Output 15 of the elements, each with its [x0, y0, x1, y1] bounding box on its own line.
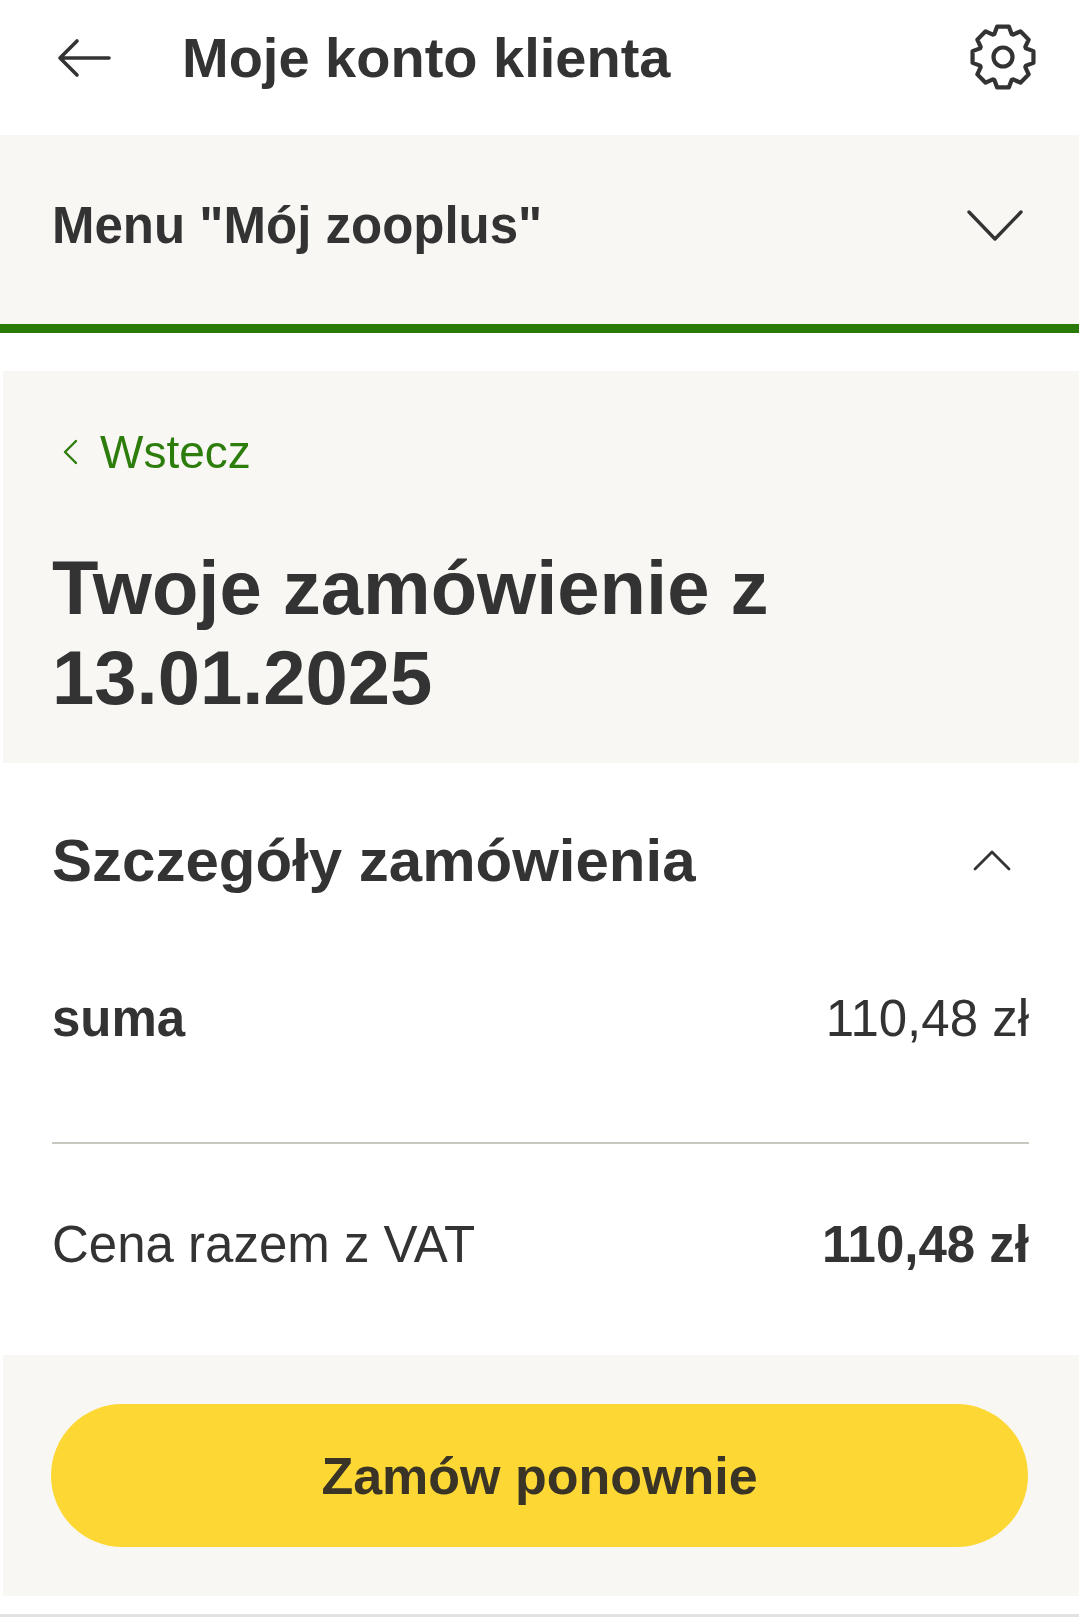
total-amount: 110,48 zł: [822, 1214, 1029, 1274]
reorder-button[interactable]: Zamów ponownie: [51, 1404, 1028, 1547]
back-link[interactable]: Wstecz: [63, 426, 251, 478]
subtotal-amount: 110,48 zł: [825, 988, 1029, 1048]
total-label: Cena razem z VAT: [52, 1214, 476, 1274]
order-title: Twoje zamówienie z 13.01.2025: [52, 544, 770, 722]
settings-button[interactable]: [968, 21, 1038, 92]
back-arrow-button[interactable]: [57, 37, 111, 78]
page-title: Moje konto klienta: [182, 24, 671, 91]
chevron-left-icon: [63, 439, 78, 465]
settings-icon: [968, 21, 1038, 92]
menu-dropdown[interactable]: Menu "Mój zooplus": [0, 135, 1079, 324]
details-toggle[interactable]: Szczegóły zamówienia: [52, 810, 1029, 910]
back-arrow-icon: [57, 37, 111, 78]
subtotal-label: suma: [52, 988, 186, 1048]
